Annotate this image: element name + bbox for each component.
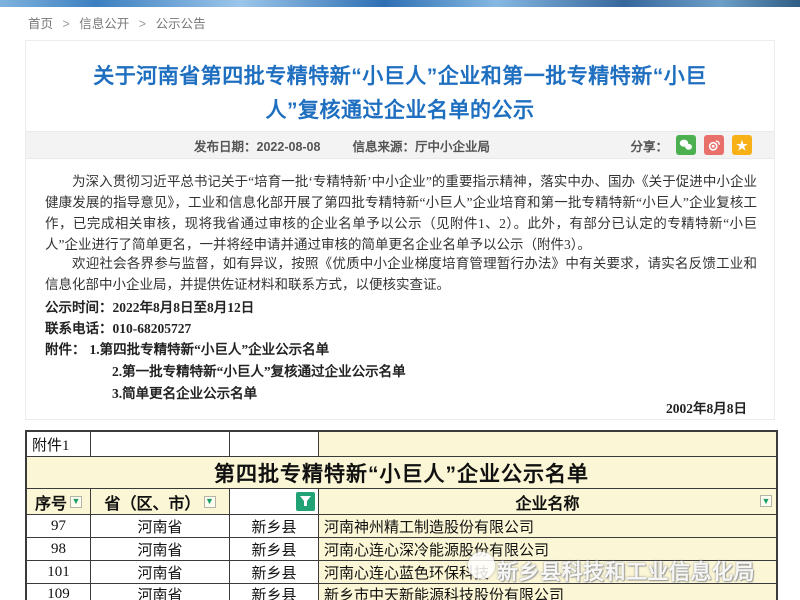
attachment-item-2: 2.第一批专精特新“小巨人”复核通过企业公示名单	[112, 360, 406, 380]
info-source-value: 厅中小企业局	[415, 140, 490, 154]
header-seq-label: 序号	[35, 490, 67, 514]
note-empty-cell	[319, 432, 776, 456]
top-blue-bar	[0, 0, 800, 7]
cell-seq: 101	[27, 561, 91, 583]
company-table: 附件1 第四批专精特新“小巨人”企业公示名单 序号 ▼ 省（区、市） ▼	[25, 430, 778, 600]
cell-province: 河南省	[91, 515, 230, 537]
cell-county: 新乡县	[230, 561, 319, 583]
table-row: 98 河南省 新乡县 河南心连心深冷能源股份有限公司	[27, 538, 776, 561]
attachment-item-1: 1.第四批专精特新“小巨人”企业公示名单	[90, 342, 330, 357]
qzone-star-icon[interactable]: ★	[732, 135, 752, 155]
share-label: 分享：	[630, 136, 668, 155]
note-empty-cell	[230, 432, 319, 456]
header-company: 企业名称 ▼	[319, 489, 776, 514]
attachment1-note: 附件1	[27, 432, 91, 456]
article-paragraph-1: 为深入贯彻习近平总书记关于“培育一批‘专精特新’中小企业”的重要指示精神，落实中…	[45, 171, 757, 255]
cell-company: 河南神州精工制造股份有限公司	[319, 515, 776, 537]
table-header-row: 序号 ▼ 省（区、市） ▼ 企业名称 ▼	[27, 489, 776, 515]
note-empty-cell	[91, 432, 230, 456]
cell-province: 河南省	[91, 538, 230, 560]
article-title: 关于河南省第四批专精特新“小巨人”企业和第一批专精特新“小巨人”复核通过企业名单…	[70, 60, 730, 128]
cell-province: 河南省	[91, 584, 230, 600]
cell-province: 河南省	[91, 561, 230, 583]
article-paragraph-2: 欢迎社会各界参与监督，如有异议，按照《优质中小企业梯度培育管理暂行办法》中有关要…	[45, 253, 757, 295]
breadcrumb-separator: >	[63, 17, 70, 31]
cell-company: 河南心连心蓝色环保科技	[319, 561, 776, 583]
header-county	[230, 489, 319, 514]
cell-seq: 97	[27, 515, 91, 537]
publish-date: 发布日期：2022-08-08	[194, 136, 320, 155]
table-title: 第四批专精特新“小巨人”企业公示名单	[27, 457, 776, 488]
header-company-label: 企业名称	[515, 490, 579, 514]
page: 首页 > 信息公开 > 公示公告 关于河南省第四批专精特新“小巨人”企业和第一批…	[0, 0, 800, 600]
sign-date: 2002年8月8日	[666, 397, 747, 417]
wechat-share-icon[interactable]	[676, 135, 696, 155]
info-source-label: 信息来源：	[352, 140, 415, 154]
publish-date-value: 2022-08-08	[257, 140, 321, 154]
breadcrumb-notices[interactable]: 公示公告	[156, 17, 206, 31]
filter-dropdown-icon[interactable]: ▼	[760, 495, 772, 507]
table-note-row: 附件1	[27, 432, 776, 457]
publish-date-label: 发布日期：	[194, 140, 257, 154]
meta-bar: 发布日期：2022-08-08 信息来源：厅中小企业局 分享： ★	[26, 131, 774, 159]
attachments-label: 附件：	[45, 342, 86, 357]
table-row: 97 河南省 新乡县 河南神州精工制造股份有限公司	[27, 515, 776, 538]
filter-dropdown-icon[interactable]: ▼	[70, 496, 82, 508]
filter-dropdown-icon[interactable]: ▼	[204, 496, 216, 508]
attachments-line: 附件： 1.第四批专精特新“小巨人”企业公示名单	[45, 338, 329, 358]
cell-seq: 109	[27, 584, 91, 600]
table-title-row: 第四批专精特新“小巨人”企业公示名单	[27, 457, 776, 489]
table-row: 101 河南省 新乡县 河南心连心蓝色环保科技	[27, 561, 776, 584]
header-province-label: 省（区、市）	[104, 490, 200, 514]
contact-phone-line: 联系电话：010-68205727	[45, 317, 191, 337]
active-filter-funnel-icon[interactable]	[296, 492, 315, 511]
breadcrumb-info-disclosure[interactable]: 信息公开	[79, 17, 129, 31]
header-seq: 序号 ▼	[27, 489, 91, 514]
cell-seq: 98	[27, 538, 91, 560]
info-source: 信息来源：厅中小企业局	[352, 136, 490, 155]
public-time-line: 公示时间：2022年8月8日至8月12日	[45, 296, 254, 316]
table-row: 109 河南省 新乡县 新乡市中天新能源科技股份有限公司	[27, 584, 776, 600]
breadcrumb-home[interactable]: 首页	[28, 17, 53, 31]
breadcrumb-separator: >	[139, 17, 146, 31]
breadcrumb: 首页 > 信息公开 > 公示公告	[28, 13, 206, 32]
cell-county: 新乡县	[230, 584, 319, 600]
cell-county: 新乡县	[230, 538, 319, 560]
header-province: 省（区、市） ▼	[91, 489, 230, 514]
attachment-item-3: 3.简单更名企业公示名单	[112, 382, 257, 402]
share-group: 分享： ★	[630, 135, 752, 155]
cell-company: 河南心连心深冷能源股份有限公司	[319, 538, 776, 560]
cell-county: 新乡县	[230, 515, 319, 537]
cell-company: 新乡市中天新能源科技股份有限公司	[319, 584, 776, 600]
weibo-share-icon[interactable]	[704, 135, 724, 155]
